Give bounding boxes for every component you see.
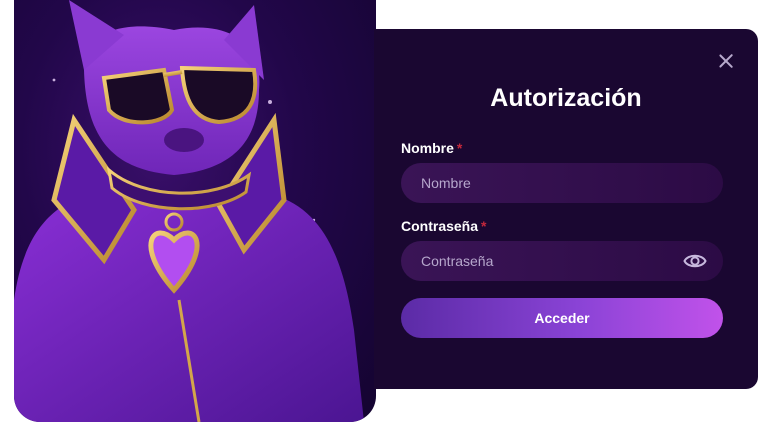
password-label: Contraseña *: [401, 218, 486, 234]
name-label-text: Nombre: [401, 140, 454, 156]
password-label-text: Contraseña: [401, 218, 479, 234]
close-icon[interactable]: [716, 51, 736, 71]
login-page: Autorización Nombre* Contraseña* Acceder: [0, 0, 768, 436]
name-input[interactable]: [401, 163, 723, 203]
name-field[interactable]: [401, 163, 723, 203]
eye-icon[interactable]: [683, 250, 707, 272]
bulldog-illustration: [14, 0, 364, 422]
required-mark: *: [456, 140, 463, 156]
password-field[interactable]: [401, 241, 723, 281]
required-mark: *: [481, 218, 487, 234]
name-label: Nombre *: [401, 140, 462, 156]
submit-button[interactable]: Acceder: [401, 298, 723, 338]
eye-icon-graphic: [683, 254, 707, 268]
password-input[interactable]: [401, 241, 723, 281]
modal-title: Autorización: [490, 84, 642, 112]
login-modal: Autorización Nombre* Contraseña* Acceder: [374, 29, 758, 389]
hero-artwork: [14, 0, 376, 422]
